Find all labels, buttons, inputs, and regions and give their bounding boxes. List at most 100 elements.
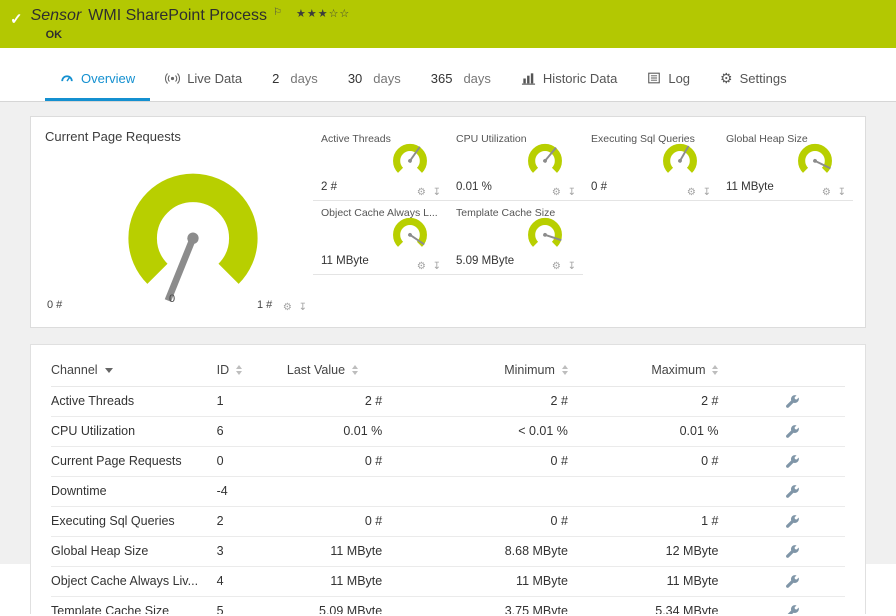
download-icon[interactable]: ↧	[838, 187, 848, 198]
channel-id: 0	[216, 446, 287, 477]
mini-gauge-value: 0.01 %	[456, 181, 492, 193]
minimum-value: 0 #	[382, 446, 568, 477]
sensor-title-line: Sensor WMI SharePoint Process ⚐ ★★★☆☆	[31, 7, 351, 25]
mini-gauge-tile: Executing Sql Queries 0 # ⚙ ↧	[583, 127, 718, 201]
tab-label: Overview	[81, 70, 136, 86]
last-value: 5.09 MByte	[286, 596, 383, 614]
gauge-needle	[164, 232, 199, 302]
mini-gauge-actions: ⚙ ↧	[417, 187, 443, 198]
tab-settings[interactable]: ⚙ Settings	[705, 67, 802, 101]
tab-number: 2	[272, 70, 280, 86]
wrench-icon[interactable]	[786, 394, 799, 408]
table-row: CPU Utilization 6 0.01 % < 0.01 % 0.01 %	[51, 416, 845, 447]
tab-log[interactable]: Log	[632, 67, 705, 101]
wrench-icon[interactable]	[786, 544, 799, 558]
table-row: Executing Sql Queries 2 0 # 0 # 1 #	[51, 506, 845, 537]
mini-gauge-tile: Active Threads 2 # ⚙ ↧	[313, 127, 448, 201]
minimum-value: 3.75 MByte	[382, 596, 568, 614]
mini-gauge-actions: ⚙ ↧	[552, 187, 578, 198]
tab-2-days[interactable]: 2 days	[257, 67, 333, 101]
download-icon[interactable]: ↧	[433, 187, 443, 198]
page-title: WMI SharePoint Process	[88, 7, 268, 24]
tab-live-data[interactable]: Live Data	[150, 67, 257, 101]
tab-historic-data[interactable]: Historic Data	[506, 67, 632, 101]
bar-chart-icon	[521, 72, 535, 85]
status-badge: OK	[45, 29, 63, 41]
last-value	[286, 476, 383, 507]
wrench-icon[interactable]	[786, 454, 799, 468]
last-value: 2 #	[286, 386, 383, 417]
mini-gauge-actions: ⚙ ↧	[417, 261, 443, 272]
channel-id: 5	[216, 596, 287, 614]
download-icon[interactable]: ↧	[299, 302, 309, 313]
mini-gauge-actions: ⚙ ↧	[687, 187, 713, 198]
gear-icon[interactable]: ⚙	[283, 302, 294, 313]
last-value: 11 MByte	[286, 536, 383, 567]
minimum-value: 11 MByte	[382, 566, 568, 597]
gear-icon[interactable]: ⚙	[417, 187, 428, 198]
flag-icon[interactable]: ⚐	[273, 7, 282, 18]
minimum-value: 8.68 MByte	[382, 536, 568, 567]
channel-id: 3	[216, 536, 287, 567]
header-channel[interactable]: Channel	[51, 353, 217, 387]
last-value: 11 MByte	[286, 566, 383, 597]
last-value: 0 #	[286, 506, 383, 537]
header-minimum[interactable]: Minimum	[382, 353, 568, 387]
wrench-icon[interactable]	[786, 604, 799, 615]
download-icon[interactable]: ↧	[568, 261, 578, 272]
mini-gauge	[528, 217, 562, 247]
mini-gauge	[528, 143, 562, 173]
status-check-icon: ✓	[10, 11, 23, 28]
mini-gauge-value: 11 MByte	[726, 181, 774, 193]
header-id[interactable]: ID	[216, 353, 287, 387]
maximum-value: 12 MByte	[567, 536, 719, 567]
channel-name: Downtime	[51, 476, 217, 507]
gauges-panel: Current Page Requests 0 # 0 1 # ⚙ ↧ Acti…	[30, 116, 866, 328]
tab-bar: Overview Live Data 2 days 30 days 365 da…	[0, 68, 896, 102]
maximum-value: 5.34 MByte	[567, 596, 719, 614]
download-icon[interactable]: ↧	[703, 187, 713, 198]
tab-overview[interactable]: Overview	[45, 67, 151, 101]
tab-number: 365	[430, 70, 453, 86]
table-row: Global Heap Size 3 11 MByte 8.68 MByte 1…	[51, 536, 845, 567]
channel-name: Current Page Requests	[51, 446, 217, 477]
header-last-value[interactable]: Last Value	[286, 353, 383, 387]
maximum-value: 11 MByte	[567, 566, 719, 597]
tab-label: Historic Data	[542, 70, 618, 86]
table-row: Current Page Requests 0 0 # 0 # 0 #	[51, 446, 845, 477]
tab-number: 30	[347, 70, 363, 86]
wrench-icon[interactable]	[786, 424, 799, 438]
mini-gauge-tile: CPU Utilization 0.01 % ⚙ ↧	[448, 127, 583, 201]
mini-gauge-actions: ⚙ ↧	[822, 187, 848, 198]
sort-icon	[712, 365, 719, 375]
gear-icon[interactable]: ⚙	[822, 187, 833, 198]
maximum-value: 2 #	[567, 386, 719, 417]
sort-icon	[352, 365, 359, 375]
gear-icon[interactable]: ⚙	[552, 187, 563, 198]
wrench-icon[interactable]	[786, 514, 799, 528]
primary-gauge-title: Current Page Requests	[45, 129, 181, 144]
download-icon[interactable]: ↧	[568, 187, 578, 198]
download-icon[interactable]: ↧	[433, 261, 443, 272]
sort-icon	[236, 365, 243, 375]
wrench-icon[interactable]	[786, 484, 799, 498]
tab-365-days[interactable]: 365 days	[416, 67, 506, 101]
table-row: Template Cache Size 5 5.09 MByte 3.75 MB…	[51, 596, 845, 615]
gear-icon[interactable]: ⚙	[687, 187, 698, 198]
log-icon	[648, 72, 661, 84]
gear-icon[interactable]: ⚙	[552, 261, 563, 272]
tab-30-days[interactable]: 30 days	[333, 67, 416, 101]
wrench-icon[interactable]	[786, 574, 799, 588]
tab-label: Live Data	[187, 70, 243, 86]
channel-name: Object Cache Always Liv...	[51, 566, 217, 597]
gear-icon[interactable]: ⚙	[417, 261, 428, 272]
priority-stars[interactable]: ★★★☆☆	[296, 7, 350, 20]
table-row: Downtime -4	[51, 476, 845, 507]
mini-gauge	[393, 217, 427, 247]
header-label: Minimum	[504, 363, 555, 377]
channel-id: 6	[216, 416, 287, 447]
table-header-row: Channel ID Last Value Minimum Maximum	[51, 353, 845, 387]
channel-id: 2	[216, 506, 287, 537]
channel-name: Executing Sql Queries	[51, 506, 217, 537]
header-maximum[interactable]: Maximum	[567, 353, 719, 387]
